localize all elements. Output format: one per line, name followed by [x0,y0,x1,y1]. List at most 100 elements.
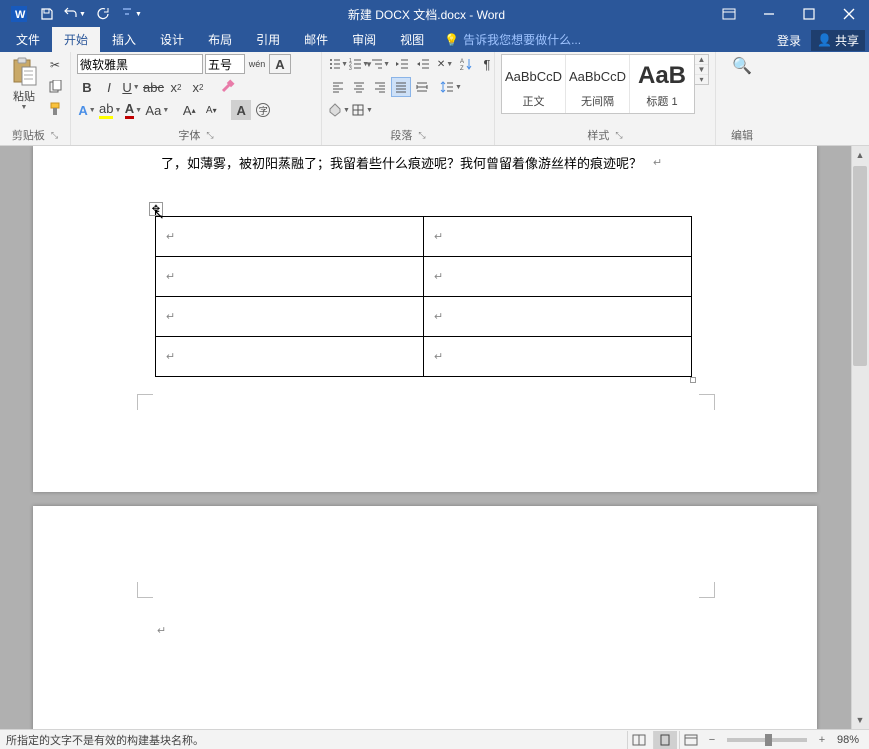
numbering-button[interactable]: 123▼ [349,54,369,74]
gallery-down-button[interactable]: ▼ [695,65,708,75]
save-button[interactable] [34,2,60,26]
maximize-button[interactable] [789,0,829,28]
word-icon[interactable]: W [6,2,32,26]
show-hide-marks-button[interactable]: ¶ [477,54,497,74]
line-spacing-button[interactable]: ▼ [440,77,462,97]
style-heading1[interactable]: AaB标题 1 [630,55,694,113]
scroll-up-button[interactable]: ▲ [851,146,869,164]
asian-layout-button[interactable]: ✕▼ [435,54,455,74]
tab-view[interactable]: 视图 [388,27,436,52]
justify-button[interactable] [391,77,411,97]
document-page[interactable]: ↵ [33,506,817,729]
table-cell[interactable]: ↵ [424,297,692,337]
close-button[interactable] [829,0,869,28]
document-body-text[interactable]: 了，如薄雾，被初阳蒸融了；我留着些什么痕迹呢？我何曾留着像游丝样的痕迹呢？ [161,154,642,175]
undo-button[interactable]: ▼ [62,2,88,26]
table-cell[interactable]: ↵ [156,337,424,377]
ribbon-display-button[interactable] [709,0,749,28]
redo-button[interactable] [90,2,116,26]
table-move-handle[interactable]: ✥ [149,202,163,216]
align-left-button[interactable] [328,77,348,97]
tab-references[interactable]: 引用 [244,27,292,52]
tell-me-input[interactable]: 💡告诉我您想要做什么... [436,27,589,52]
change-case-button[interactable]: Aa▼ [145,100,169,120]
highlight-button[interactable]: ab▼ [99,100,121,120]
tab-review[interactable]: 审阅 [340,27,388,52]
table-cell[interactable]: ↵ [424,217,692,257]
login-button[interactable]: 登录 [771,30,807,51]
font-color-button[interactable]: A▼ [123,100,143,120]
print-layout-button[interactable] [653,731,677,749]
underline-button[interactable]: U▼ [121,77,141,97]
phonetic-guide-button[interactable]: wén [247,54,267,74]
tab-mail[interactable]: 邮件 [292,27,340,52]
format-painter-button[interactable] [46,100,64,118]
subscript-button[interactable]: x2 [166,77,186,97]
style-nospacing[interactable]: AaBbCcD无间隔 [566,55,630,113]
borders-button[interactable]: ▼ [351,100,373,120]
table-cell[interactable]: ↵ [156,297,424,337]
document-page[interactable]: 了，如薄雾，被初阳蒸融了；我留着些什么痕迹呢？我何曾留着像游丝样的痕迹呢？ ↵ … [33,146,817,492]
table-cell[interactable]: ↵ [156,217,424,257]
bold-button[interactable]: B [77,77,97,97]
clear-formatting-button[interactable] [218,77,238,97]
character-border-button[interactable]: A [269,54,291,74]
styles-gallery[interactable]: AaBbCcD正文 AaBbCcD无间隔 AaB标题 1 [501,54,695,114]
tab-design[interactable]: 设计 [148,27,196,52]
zoom-out-button[interactable]: − [705,734,719,746]
distributed-button[interactable] [412,77,432,97]
table-cell[interactable]: ↵ [424,257,692,297]
font-dialog-launcher[interactable]: ⤡ [206,130,213,141]
grow-font-button[interactable]: A▴ [179,100,199,120]
font-size-combo[interactable]: ▼ [205,54,245,74]
clipboard-icon [10,56,38,88]
clipboard-dialog-launcher[interactable]: ⤡ [51,130,58,141]
document-area[interactable]: 了，如薄雾，被初阳蒸融了；我留着些什么痕迹呢？我何曾留着像游丝样的痕迹呢？ ↵ … [0,146,869,729]
bullets-button[interactable]: ▼ [328,54,348,74]
scroll-thumb[interactable] [853,166,867,366]
align-center-button[interactable] [349,77,369,97]
shrink-font-button[interactable]: A▾ [201,100,221,120]
strikethrough-button[interactable]: abc [143,77,164,97]
sort-button[interactable]: AZ [456,54,476,74]
enclose-characters-button[interactable]: 字 [253,100,273,120]
superscript-button[interactable]: x2 [188,77,208,97]
read-mode-button[interactable] [627,731,651,749]
minimize-button[interactable] [749,0,789,28]
vertical-scrollbar[interactable]: ▲ ▼ [851,146,869,729]
tab-file[interactable]: 文件 [4,27,52,52]
style-normal[interactable]: AaBbCcD正文 [502,55,566,113]
paragraph-dialog-launcher[interactable]: ⤡ [418,130,425,141]
character-shading-button[interactable]: A [231,100,251,120]
document-table[interactable]: ↵↵ ↵↵ ↵↵ ↵↵ [155,216,692,377]
gallery-up-button[interactable]: ▲ [695,55,708,65]
gallery-more-button[interactable]: ▾ [695,75,708,84]
tab-insert[interactable]: 插入 [100,27,148,52]
italic-button[interactable]: I [99,77,119,97]
zoom-level[interactable]: 98% [831,734,865,746]
table-cell[interactable]: ↵ [424,337,692,377]
font-name-combo[interactable]: ▼ [77,54,203,74]
table-resize-handle[interactable] [690,377,696,383]
zoom-in-button[interactable]: + [815,734,829,746]
find-button[interactable]: 🔍 [732,56,752,76]
decrease-indent-button[interactable] [392,54,412,74]
text-effects-button[interactable]: A▼ [77,100,97,120]
multilevel-list-button[interactable]: ▼ [370,54,390,74]
table-cell[interactable]: ↵ [156,257,424,297]
paste-button[interactable]: 粘贴 ▼ [6,54,42,126]
tab-layout[interactable]: 布局 [196,27,244,52]
scroll-down-button[interactable]: ▼ [851,711,869,729]
zoom-slider-handle[interactable] [765,734,772,746]
share-button[interactable]: 👤共享 [811,30,865,51]
copy-button[interactable] [46,78,64,96]
tab-home[interactable]: 开始 [52,27,100,52]
styles-dialog-launcher[interactable]: ⤡ [615,130,622,141]
shading-button[interactable]: ▼ [328,100,350,120]
align-right-button[interactable] [370,77,390,97]
qat-customize[interactable]: ▼ [118,2,144,26]
zoom-slider[interactable] [727,738,807,742]
web-layout-button[interactable] [679,731,703,749]
cut-button[interactable]: ✂ [46,56,64,74]
increase-indent-button[interactable] [413,54,433,74]
